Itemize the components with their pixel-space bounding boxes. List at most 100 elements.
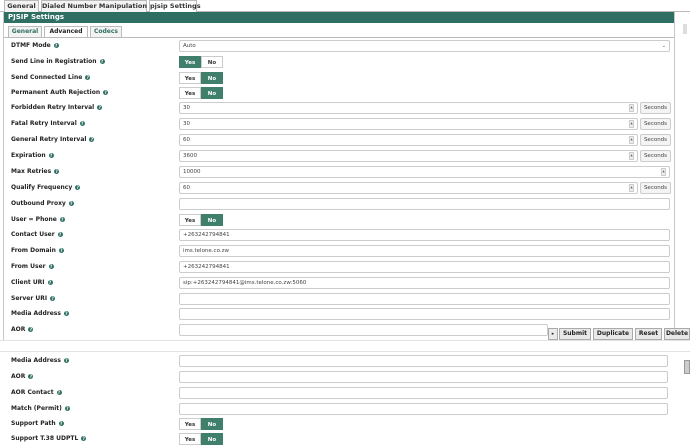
spinner-icon[interactable]: ▲ bbox=[629, 184, 634, 192]
spinner-icon[interactable]: ▲ bbox=[629, 104, 634, 112]
row-user-phone: User = Phone? Yes No bbox=[0, 214, 680, 226]
row-support-path: Support Path? Yes No bbox=[0, 418, 680, 430]
outbound-proxy-input[interactable] bbox=[179, 198, 670, 210]
help-icon[interactable]: ? bbox=[68, 200, 74, 206]
help-icon[interactable]: ? bbox=[48, 152, 54, 158]
aor-contact-input[interactable] bbox=[179, 387, 668, 399]
help-icon[interactable]: ? bbox=[75, 184, 81, 190]
spinner-icon[interactable]: ▲ bbox=[629, 136, 634, 144]
from-user-input[interactable]: +263242794841 bbox=[179, 261, 670, 273]
chevron-right-icon[interactable]: ▸ bbox=[548, 328, 558, 340]
no-button[interactable]: No bbox=[201, 87, 223, 99]
help-icon[interactable]: ? bbox=[47, 279, 53, 285]
help-icon[interactable]: ? bbox=[53, 42, 59, 48]
duplicate-button[interactable]: Duplicate bbox=[593, 328, 633, 340]
no-button[interactable]: No bbox=[201, 418, 223, 430]
subtab-codecs[interactable]: Codecs bbox=[90, 26, 122, 37]
yes-button[interactable]: Yes bbox=[179, 87, 201, 99]
help-icon[interactable]: ? bbox=[103, 89, 109, 95]
row-client-uri: Client URI? sip:+263242794841@ims.telone… bbox=[0, 277, 680, 289]
general-retry-interval-input[interactable]: 60 ▲ bbox=[179, 134, 638, 146]
row-match-permit: Match (Permit)? bbox=[0, 403, 680, 415]
help-icon[interactable]: ? bbox=[56, 389, 62, 395]
row-dtmf-mode: DTMF Mode? Auto ⌄ bbox=[0, 40, 680, 52]
media-address-input[interactable] bbox=[179, 355, 668, 367]
client-uri-input[interactable]: sip:+263242794841@ims.telone.co.zw:5060 bbox=[179, 277, 670, 289]
help-icon[interactable]: ? bbox=[99, 58, 105, 64]
help-icon[interactable]: ? bbox=[63, 310, 69, 316]
help-icon[interactable]: ? bbox=[28, 326, 34, 332]
dtmf-mode-select[interactable]: Auto ⌄ bbox=[179, 40, 670, 52]
forbidden-retry-interval-input[interactable]: 30 ▲ bbox=[179, 102, 638, 114]
help-icon[interactable]: ? bbox=[57, 231, 63, 237]
fatal-retry-interval-value: 30 bbox=[183, 121, 190, 127]
spinner-icon[interactable]: ▲ bbox=[629, 152, 634, 160]
yes-button[interactable]: Yes bbox=[179, 418, 201, 430]
help-icon[interactable]: ? bbox=[59, 216, 65, 222]
row-outbound-proxy: Outbound Proxy? bbox=[0, 198, 680, 210]
submit-button[interactable]: Submit bbox=[559, 328, 591, 340]
row-fatal-retry-interval: Fatal Retry Interval? 30 ▲ Seconds bbox=[0, 118, 680, 130]
help-icon[interactable]: ? bbox=[97, 104, 103, 110]
no-button[interactable]: No bbox=[201, 214, 223, 226]
yes-button[interactable]: Yes bbox=[179, 433, 201, 445]
fatal-retry-interval-input[interactable]: 30 ▲ bbox=[179, 118, 638, 130]
server-uri-label: Server URI? bbox=[11, 295, 56, 302]
from-domain-input[interactable]: ims.telone.co.zw bbox=[179, 245, 670, 257]
aor-input[interactable] bbox=[179, 324, 548, 336]
subtab-divider bbox=[4, 37, 674, 38]
tab-dialed-number-manipulation-rules[interactable]: Dialed Number Manipulation Rules bbox=[41, 0, 169, 12]
delete-button[interactable]: Delete bbox=[664, 328, 690, 340]
row-qualify-frequency: Qualify Frequency? 60 ▲ Seconds bbox=[0, 182, 680, 194]
row-send-connected-line: Send Connected Line? Yes No bbox=[0, 72, 680, 84]
match-permit-label: Match (Permit)? bbox=[11, 405, 70, 412]
help-icon[interactable]: ? bbox=[81, 435, 87, 441]
qualify-frequency-value: 60 bbox=[183, 185, 190, 191]
no-button[interactable]: No bbox=[201, 56, 223, 68]
aor-contact-label: AOR Contact? bbox=[11, 389, 62, 396]
user-phone-label: User = Phone? bbox=[11, 216, 65, 223]
row-from-domain: From Domain? ims.telone.co.zw bbox=[0, 245, 680, 257]
contact-user-input[interactable]: +263242794841 bbox=[179, 229, 670, 241]
support-t38-udptl-label: Support T.38 UDPTL? bbox=[11, 435, 87, 442]
help-icon[interactable]: ? bbox=[54, 168, 60, 174]
scrollbar-handle[interactable] bbox=[684, 360, 690, 374]
help-icon[interactable]: ? bbox=[58, 420, 64, 426]
subtab-general[interactable]: General bbox=[8, 26, 42, 37]
help-icon[interactable]: ? bbox=[28, 373, 34, 379]
help-icon[interactable]: ? bbox=[48, 263, 54, 269]
screenshot-gap bbox=[0, 340, 690, 352]
server-uri-input[interactable] bbox=[179, 293, 670, 305]
qualify-frequency-input[interactable]: 60 ▲ bbox=[179, 182, 638, 194]
tab-general[interactable]: General bbox=[4, 0, 39, 12]
yes-button[interactable]: Yes bbox=[179, 56, 201, 68]
yes-button[interactable]: Yes bbox=[179, 72, 201, 84]
max-retries-input[interactable]: 10000 ▲ bbox=[179, 166, 670, 178]
help-icon[interactable]: ? bbox=[50, 295, 56, 301]
help-icon[interactable]: ? bbox=[64, 405, 70, 411]
help-icon[interactable]: ? bbox=[89, 136, 95, 142]
row-contact-user: Contact User? +263242794841 bbox=[0, 229, 680, 241]
yes-button[interactable]: Yes bbox=[179, 214, 201, 226]
no-button[interactable]: No bbox=[201, 72, 223, 84]
expiration-input[interactable]: 3600 ▲ bbox=[179, 150, 638, 162]
spinner-icon[interactable]: ▲ bbox=[629, 120, 634, 128]
help-icon[interactable]: ? bbox=[58, 247, 64, 253]
help-icon[interactable]: ? bbox=[79, 120, 85, 126]
media-address-input[interactable] bbox=[179, 308, 670, 320]
help-icon[interactable]: ? bbox=[63, 357, 69, 363]
row-support-t38-udptl: Support T.38 UDPTL? Yes No bbox=[0, 433, 680, 445]
general-retry-interval-label: General Retry Interval? bbox=[11, 136, 95, 143]
no-button[interactable]: No bbox=[201, 433, 223, 445]
permanent-auth-rejection-label: Permanent Auth Rejection? bbox=[11, 89, 109, 96]
general-retry-interval-value: 60 bbox=[183, 137, 190, 143]
spinner-icon[interactable]: ▲ bbox=[661, 168, 666, 176]
reset-button[interactable]: Reset bbox=[635, 328, 662, 340]
match-permit-input[interactable] bbox=[179, 403, 668, 415]
help-icon[interactable]: ? bbox=[85, 74, 91, 80]
from-user-label: From User? bbox=[11, 263, 54, 270]
max-retries-label: Max Retries? bbox=[11, 168, 60, 175]
aor-input[interactable] bbox=[179, 371, 668, 383]
seconds-addon: Seconds bbox=[640, 118, 671, 130]
seconds-addon: Seconds bbox=[640, 134, 671, 146]
